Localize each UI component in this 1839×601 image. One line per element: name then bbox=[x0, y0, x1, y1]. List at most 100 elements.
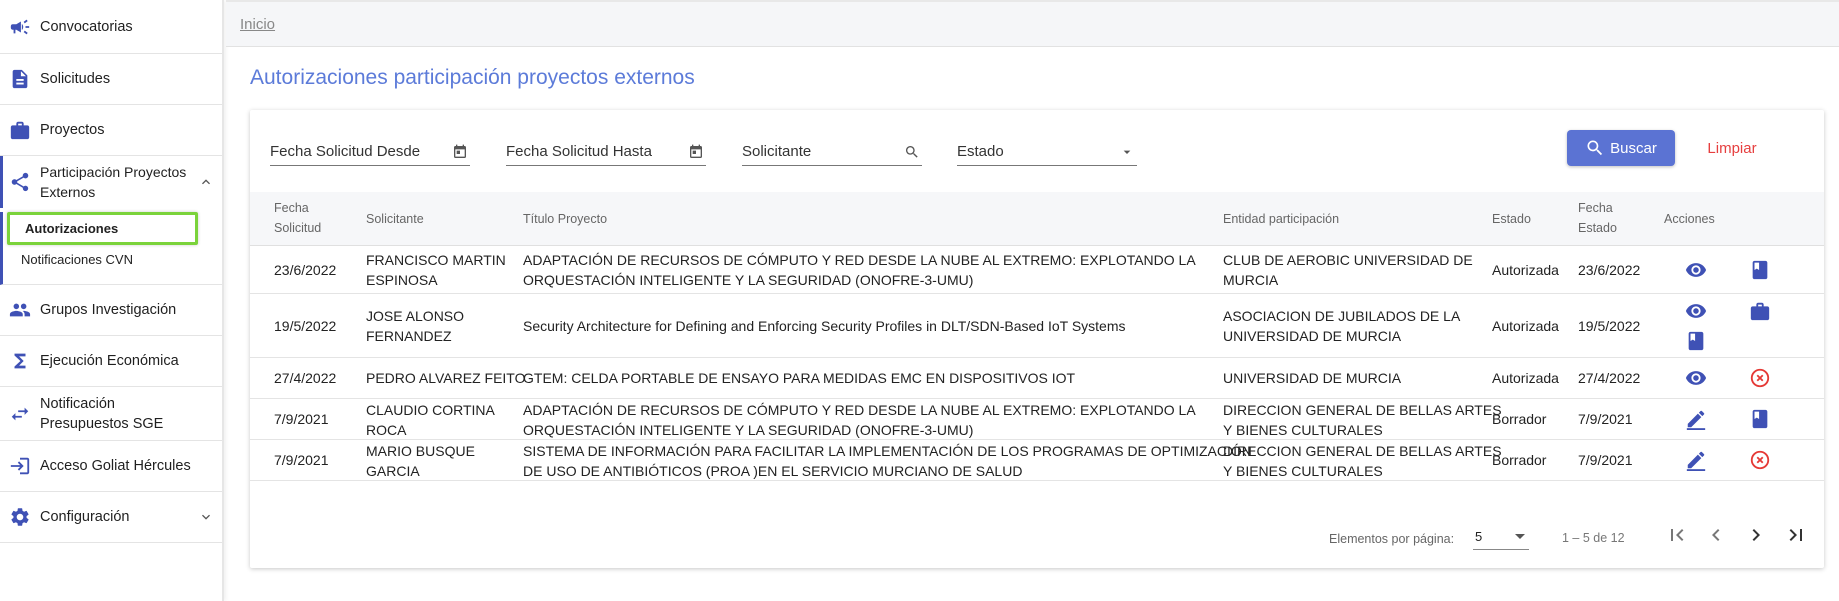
nav-label: Ejecución Económica bbox=[40, 353, 179, 369]
header-text: Fecha bbox=[274, 201, 309, 215]
nav-label: Convocatorias bbox=[40, 18, 133, 35]
header-solicitante[interactable]: Solicitante bbox=[366, 209, 424, 229]
nav-item-configuracion[interactable]: Configuración bbox=[0, 492, 222, 543]
nav-item-solicitudes[interactable]: Solicitudes bbox=[0, 54, 222, 105]
nav-item-notificacion-presupuestos-sge[interactable]: Notificación Presupuestos SGE bbox=[0, 387, 222, 441]
submenu-item-notificaciones-cvn[interactable]: Notificaciones CVN bbox=[3, 245, 222, 274]
fecha-solicitud-desde-field[interactable]: Fecha Solicitud Desde bbox=[270, 136, 470, 166]
last-page-icon[interactable] bbox=[1780, 519, 1812, 551]
limpiar-button[interactable]: Limpiar bbox=[1692, 130, 1772, 166]
solicitante-field[interactable]: Solicitante bbox=[742, 136, 922, 166]
view-icon[interactable] bbox=[1683, 298, 1709, 324]
calendar-icon[interactable] bbox=[688, 144, 704, 160]
table-header: Fecha Solicitud Solicitante Título Proye… bbox=[250, 192, 1824, 246]
previous-page-icon[interactable] bbox=[1700, 519, 1732, 551]
cell-estado: Autorizada bbox=[1492, 318, 1559, 334]
table-row: 7/9/2021 MARIO BUSQUE GARCIA SISTEMA DE … bbox=[250, 440, 1824, 481]
cancel-icon[interactable] bbox=[1747, 447, 1773, 473]
cell-line: MURCIA bbox=[1223, 272, 1279, 288]
cell-fecha-solicitud: 27/4/2022 bbox=[274, 370, 337, 386]
header-titulo-proyecto[interactable]: Título Proyecto bbox=[523, 209, 607, 229]
search-icon[interactable] bbox=[904, 144, 920, 160]
cell-line: FRANCISCO MARTIN bbox=[366, 252, 506, 268]
briefcase-icon[interactable] bbox=[1747, 298, 1773, 324]
field-label: Fecha Solicitud Hasta bbox=[506, 143, 652, 160]
view-icon[interactable] bbox=[1683, 257, 1709, 283]
cancel-icon[interactable] bbox=[1747, 365, 1773, 391]
cell-line: JOSE ALONSO bbox=[366, 308, 465, 324]
edit-icon[interactable] bbox=[1683, 447, 1709, 473]
cell-line: CLAUDIO CORTINA bbox=[366, 402, 495, 418]
briefcase-icon bbox=[8, 118, 32, 142]
cell-titulo: Security Architecture for Defining and E… bbox=[523, 318, 1126, 334]
header-fecha-estado[interactable]: Fecha Estado bbox=[1578, 198, 1617, 238]
nav-item-proyectos[interactable]: Proyectos bbox=[0, 105, 222, 156]
book-icon[interactable] bbox=[1747, 257, 1773, 283]
cell-line: DIRECCION GENERAL DE BELLAS ARTES bbox=[1223, 402, 1502, 418]
buscar-button[interactable]: Buscar bbox=[1567, 130, 1675, 166]
chevron-up-icon[interactable] bbox=[198, 174, 214, 190]
fecha-solicitud-hasta-field[interactable]: Fecha Solicitud Hasta bbox=[506, 136, 706, 166]
cell-solicitante: MARIO BUSQUE GARCIA bbox=[366, 441, 475, 481]
nav-item-convocatorias[interactable]: Convocatorias bbox=[0, 0, 222, 54]
cell-line: Y BIENES CULTURALES bbox=[1223, 463, 1383, 479]
login-icon bbox=[8, 454, 32, 478]
share-icon bbox=[8, 170, 32, 194]
header-entidad-participacion[interactable]: Entidad participación bbox=[1223, 209, 1339, 229]
header-text: Estado bbox=[1578, 221, 1617, 235]
book-icon[interactable] bbox=[1683, 328, 1709, 354]
cell-entidad: DIRECCION GENERAL DE BELLAS ARTES Y BIEN… bbox=[1223, 400, 1502, 440]
cell-solicitante: JOSE ALONSO FERNANDEZ bbox=[366, 306, 464, 346]
nav-item-acceso-goliat-hercules[interactable]: Acceso Goliat Hércules bbox=[0, 441, 222, 492]
page-title: Autorizaciones participación proyectos e… bbox=[250, 66, 695, 89]
cell-estado: Autorizada bbox=[1492, 262, 1559, 278]
cell-line: Y BIENES CULTURALES bbox=[1223, 422, 1383, 438]
edit-icon[interactable] bbox=[1683, 406, 1709, 432]
cell-line: DE USO DE ANTIBIÓTICOS (PROA )EN EL SERV… bbox=[523, 463, 1023, 479]
chevron-down-icon[interactable] bbox=[198, 509, 214, 525]
cell-fecha-estado: 23/6/2022 bbox=[1578, 262, 1641, 278]
cell-line: ESPINOSA bbox=[366, 272, 438, 288]
header-fecha-solicitud[interactable]: Fecha Solicitud bbox=[274, 198, 321, 238]
nav-item-participacion-proyectos-externos[interactable]: Participación Proyectos Externos bbox=[0, 156, 222, 208]
cell-entidad: ASOCIACION DE JUBILADOS DE LA UNIVERSIDA… bbox=[1223, 306, 1460, 346]
table-row: 27/4/2022 PEDRO ALVAREZ FEITO GTEM: CELD… bbox=[250, 358, 1824, 399]
items-per-page-label: Elementos por página: bbox=[1329, 532, 1455, 546]
nav-item-ejecucion-economica[interactable]: Ejecución Económica bbox=[0, 336, 222, 387]
view-icon[interactable] bbox=[1683, 365, 1709, 391]
header-text: Fecha bbox=[1578, 201, 1613, 215]
cell-line: UNIVERSIDAD DE MURCIA bbox=[1223, 328, 1402, 344]
nav-label: Configuración bbox=[40, 509, 130, 525]
cell-line: ADAPTACIÓN DE RECURSOS DE CÓMPUTO Y RED … bbox=[523, 402, 1196, 418]
nav-label: Grupos Investigación bbox=[40, 302, 177, 318]
calendar-icon[interactable] bbox=[452, 144, 468, 160]
cell-line: ORQUESTACIÓN INTELIGENTE Y LA SEGURIDAD … bbox=[523, 422, 974, 438]
nav-item-grupos-investigacion[interactable]: Grupos Investigación bbox=[0, 285, 222, 336]
items-per-page-select[interactable]: 5 bbox=[1473, 524, 1529, 550]
header-estado[interactable]: Estado bbox=[1492, 209, 1531, 229]
estado-select[interactable]: Estado bbox=[957, 136, 1137, 166]
breadcrumb-inicio[interactable]: Inicio bbox=[240, 16, 275, 33]
cell-fecha-estado: 19/5/2022 bbox=[1578, 318, 1641, 334]
document-icon bbox=[8, 67, 32, 91]
cell-fecha-solicitud: 7/9/2021 bbox=[274, 411, 329, 427]
cell-solicitante: FRANCISCO MARTIN ESPINOSA bbox=[366, 250, 506, 290]
first-page-icon[interactable] bbox=[1661, 519, 1693, 551]
search-icon bbox=[1587, 140, 1603, 156]
next-page-icon[interactable] bbox=[1740, 519, 1772, 551]
dropdown-arrow-icon bbox=[1119, 144, 1135, 160]
cell-line: ADAPTACIÓN DE RECURSOS DE CÓMPUTO Y RED … bbox=[523, 252, 1196, 268]
nav-label: Solicitudes bbox=[40, 71, 111, 87]
nav-label: Participación Proyectos Externos bbox=[40, 164, 187, 200]
megaphone-icon bbox=[8, 15, 32, 39]
cell-line: DIRECCION GENERAL DE BELLAS ARTES bbox=[1223, 443, 1502, 459]
cell-estado: Borrador bbox=[1492, 411, 1547, 427]
cell-titulo: SISTEMA DE INFORMACIÓN PARA FACILITAR LA… bbox=[523, 441, 1252, 481]
submenu-item-autorizaciones[interactable]: Autorizaciones bbox=[7, 212, 198, 245]
cell-line: ORQUESTACIÓN INTELIGENTE Y LA SEGURIDAD … bbox=[523, 272, 974, 288]
cell-solicitante: CLAUDIO CORTINA ROCA bbox=[366, 400, 495, 440]
book-icon[interactable] bbox=[1747, 406, 1773, 432]
cell-titulo: GTEM: CELDA PORTABLE DE ENSAYO PARA MEDI… bbox=[523, 370, 1076, 386]
cell-titulo: ADAPTACIÓN DE RECURSOS DE CÓMPUTO Y RED … bbox=[523, 400, 1196, 440]
nav-label: Notificación Presupuestos SGE bbox=[40, 395, 164, 432]
